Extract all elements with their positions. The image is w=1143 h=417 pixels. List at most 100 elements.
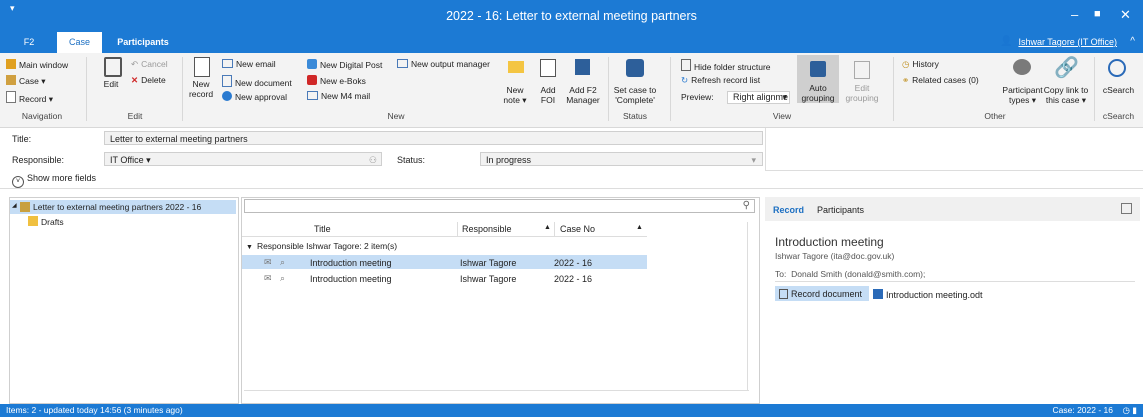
divider (670, 57, 671, 121)
column-header-case-no[interactable]: Case No (560, 224, 595, 234)
other-group-label: Other (984, 111, 1006, 121)
new-document-button[interactable]: New document (222, 75, 292, 88)
attachment-icon: ⌕ (280, 257, 286, 267)
table-row[interactable]: ✉ ⌕ Introduction meeting Ishwar Tagore 2… (242, 255, 647, 269)
responsible-field[interactable]: IT Office ▾ ⚇ (104, 152, 382, 166)
tab-case[interactable]: Case (57, 32, 102, 53)
new-record-button[interactable]: New record (186, 79, 216, 99)
new-approval-button[interactable]: New approval (222, 91, 287, 102)
edit-grouping-icon (854, 61, 870, 79)
record-icon (6, 91, 16, 103)
current-user-link[interactable]: Ishwar Tagore (IT Office) (1018, 37, 1117, 47)
horizontal-scrollbar[interactable] (244, 390, 749, 401)
show-more-fields-toggle[interactable]: ˅ Show more fields (12, 173, 96, 188)
main-window-button[interactable]: Main window (6, 59, 68, 70)
search-input[interactable]: ⚲ (244, 199, 755, 213)
chevron-down-icon: ▾ (782, 92, 787, 102)
csearch-icon (1108, 59, 1126, 77)
collapse-group-icon[interactable]: ▼ (246, 244, 253, 251)
auto-grouping-button[interactable]: Auto grouping (797, 55, 839, 103)
column-header-title[interactable]: Title (314, 224, 331, 234)
ribbon-tabs: F2 Case Participants 👤 Ishwar Tagore (IT… (0, 32, 1143, 53)
copy-link-button[interactable]: Copy link to this case ▾ (1040, 85, 1092, 105)
title-field[interactable]: Letter to external meeting partners (104, 131, 763, 145)
record-document-button[interactable]: Record document (775, 286, 869, 301)
preview-pane: Record Participants Introduction meeting… (765, 197, 1140, 402)
collapse-ribbon-icon[interactable]: ^ (1130, 36, 1135, 47)
new-digital-post-button[interactable]: New Digital Post (307, 59, 382, 70)
tab-f2[interactable]: F2 (18, 32, 40, 53)
refresh-button[interactable]: ↻ Refresh record list (681, 75, 760, 86)
new-output-manager-button[interactable]: New output manager (397, 59, 490, 69)
home-icon (6, 59, 16, 69)
divider (554, 222, 555, 236)
new-note-icon (508, 61, 524, 73)
delete-button[interactable]: ✕ Delete (131, 75, 166, 86)
add-f2-manager-button[interactable]: Add F2 Manager (563, 85, 603, 105)
search-icon[interactable]: ⚲ (743, 200, 750, 211)
preview-subject: Introduction meeting (775, 235, 884, 249)
row-responsible: Ishwar Tagore (460, 274, 517, 284)
maximize-icon[interactable]: ■ (1094, 8, 1101, 20)
sort-ascending-icon: ▲ (636, 224, 643, 231)
preview-label: Preview: (681, 92, 714, 102)
tree-item-drafts[interactable]: Drafts (28, 216, 64, 228)
new-group-label: New (387, 111, 405, 121)
divider (1094, 57, 1095, 121)
preview-to: To: Donald Smith (donald@smith.com); (775, 269, 926, 279)
new-eboks-button[interactable]: New e-Boks (307, 75, 366, 86)
row-case-no: 2022 - 16 (554, 258, 593, 268)
status-bar: Items: 2 - updated today 14:56 (3 minute… (0, 404, 1143, 417)
table-row[interactable]: ✉ ⌕ Introduction meeting Ishwar Tagore 2… (242, 271, 647, 285)
chevron-down-icon: ▾ (751, 155, 756, 165)
new-record-icon (194, 57, 210, 77)
m4-mail-icon (307, 91, 318, 100)
digital-post-icon (307, 59, 317, 69)
folder-icon (28, 216, 38, 226)
edit-button[interactable]: Edit (96, 79, 126, 89)
cancel-button[interactable]: ↶ Cancel (131, 59, 168, 70)
hide-folder-button[interactable]: Hide folder structure (681, 59, 771, 72)
participants-icon (1013, 59, 1031, 75)
edit-grouping-button[interactable]: Edit grouping (842, 55, 882, 103)
new-m4-mail-button[interactable]: New M4 mail (307, 91, 370, 101)
status-select[interactable]: In progress ▾ (480, 152, 763, 166)
minimize-icon[interactable]: – (1071, 7, 1078, 22)
row-title: Introduction meeting (310, 274, 392, 284)
case-menu-button[interactable]: Case ▾ (6, 75, 45, 87)
odt-file-icon (873, 289, 883, 299)
add-foi-icon (540, 59, 556, 77)
csearch-button[interactable]: cSearch (1096, 85, 1141, 95)
delete-icon: ✕ (131, 75, 139, 85)
add-foi-button[interactable]: Add FOI (533, 85, 563, 105)
tab-participants[interactable]: Participants (817, 205, 864, 215)
status-group-label: Status (622, 111, 648, 121)
vertical-scrollbar[interactable] (747, 222, 758, 390)
record-menu-button[interactable]: Record ▾ (6, 91, 53, 105)
popout-icon[interactable] (1121, 203, 1132, 214)
row-title: Introduction meeting (310, 258, 392, 268)
related-cases-button[interactable]: ⚭ Related cases (0) (902, 75, 979, 86)
case-folder-tree: ◢ Letter to external meeting partners 20… (9, 197, 239, 404)
participants-lookup-icon[interactable]: ⚇ (369, 153, 377, 167)
new-note-button[interactable]: New note ▾ (500, 85, 530, 105)
preview-select[interactable]: Right alignme ▾ (727, 91, 790, 104)
refresh-icon: ↻ (681, 75, 689, 85)
divider (893, 57, 894, 121)
expand-icon[interactable]: ◢ (12, 202, 17, 209)
new-email-button[interactable]: New email (222, 59, 276, 69)
link-icon: 🔗 (1054, 57, 1079, 79)
group-header[interactable]: ▼ Responsible Ishwar Tagore: 2 item(s) (246, 241, 397, 251)
column-header-responsible[interactable]: Responsible (462, 224, 512, 234)
history-button[interactable]: ◷ History (902, 59, 939, 70)
document-icon (779, 289, 788, 299)
set-complete-icon (626, 59, 644, 77)
close-icon[interactable]: ✕ (1120, 7, 1131, 23)
set-complete-button[interactable]: Set case to 'Complete' (612, 85, 658, 105)
tab-participants[interactable]: Participants (112, 32, 174, 53)
email-icon: ✉ (264, 273, 272, 283)
tab-record[interactable]: Record (773, 205, 804, 215)
tree-item-case[interactable]: ◢ Letter to external meeting partners 20… (10, 200, 236, 214)
divider (457, 222, 458, 236)
attachment-link[interactable]: Introduction meeting.odt (873, 289, 983, 300)
